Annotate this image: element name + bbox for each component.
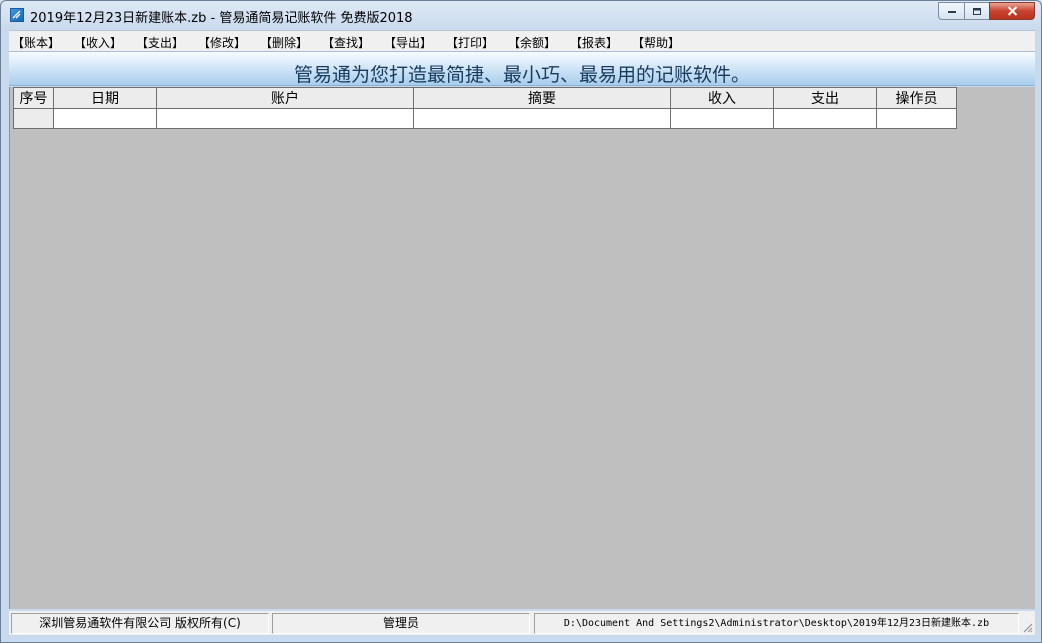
column-header-date[interactable]: 日期 bbox=[53, 87, 157, 109]
status-file-path: D:\Document And Settings2\Administrator\… bbox=[534, 613, 1019, 634]
ledger-grid-area[interactable]: 序号 日期 账户 摘要 收入 支出 操作员 bbox=[9, 87, 1035, 609]
slogan-banner: 管易通为您打造最简捷、最小巧、最易用的记账软件。 bbox=[9, 51, 1035, 86]
account-cell[interactable] bbox=[156, 108, 414, 129]
menu-balance[interactable]: 【余额】 bbox=[508, 34, 556, 51]
column-header-income[interactable]: 收入 bbox=[670, 87, 774, 109]
menu-ledger[interactable]: 【账本】 bbox=[12, 34, 60, 51]
column-header-index[interactable]: 序号 bbox=[13, 87, 54, 109]
menu-find[interactable]: 【查找】 bbox=[322, 34, 370, 51]
status-bar: 深圳管易通软件有限公司 版权所有(C) 管理员 D:\Document And … bbox=[9, 611, 1035, 635]
operator-cell[interactable] bbox=[876, 108, 957, 129]
menu-help[interactable]: 【帮助】 bbox=[632, 34, 680, 51]
date-cell[interactable] bbox=[53, 108, 157, 129]
menu-bar: 【账本】 【收入】 【支出】 【修改】 【删除】 【查找】 【导出】 【打印】 … bbox=[9, 30, 1035, 51]
summary-cell[interactable] bbox=[413, 108, 671, 129]
income-cell[interactable] bbox=[670, 108, 774, 129]
minimize-icon bbox=[947, 11, 956, 13]
main-window: 2019年12月23日新建账本.zb - 管易通简易记账软件 免费版2018 【… bbox=[0, 0, 1042, 643]
minimize-button[interactable] bbox=[938, 2, 964, 20]
menu-expense[interactable]: 【支出】 bbox=[136, 34, 184, 51]
ledger-table[interactable]: 序号 日期 账户 摘要 收入 支出 操作员 bbox=[13, 87, 957, 129]
window-title: 2019年12月23日新建账本.zb - 管易通简易记账软件 免费版2018 bbox=[30, 11, 413, 26]
table-row[interactable] bbox=[13, 108, 957, 129]
column-header-summary[interactable]: 摘要 bbox=[413, 87, 671, 109]
menu-print[interactable]: 【打印】 bbox=[446, 34, 494, 51]
menu-delete[interactable]: 【删除】 bbox=[260, 34, 308, 51]
slogan-text: 管易通为您打造最简捷、最小巧、最易用的记账软件。 bbox=[293, 64, 750, 86]
row-index-cell[interactable] bbox=[13, 108, 54, 129]
close-icon bbox=[1007, 6, 1017, 16]
maximize-icon bbox=[973, 7, 981, 15]
close-button[interactable] bbox=[989, 2, 1035, 20]
status-copyright: 深圳管易通软件有限公司 版权所有(C) bbox=[11, 613, 269, 634]
caption-buttons bbox=[938, 2, 1035, 21]
resize-grip-icon[interactable] bbox=[1021, 621, 1033, 633]
column-header-expense[interactable]: 支出 bbox=[773, 87, 877, 109]
expense-cell[interactable] bbox=[773, 108, 877, 129]
menu-income[interactable]: 【收入】 bbox=[74, 34, 122, 51]
column-header-operator[interactable]: 操作员 bbox=[876, 87, 957, 109]
maximize-button[interactable] bbox=[964, 2, 989, 20]
title-bar[interactable]: 2019年12月23日新建账本.zb - 管易通简易记账软件 免费版2018 bbox=[1, 1, 1041, 30]
status-user: 管理员 bbox=[272, 613, 530, 634]
menu-edit[interactable]: 【修改】 bbox=[198, 34, 246, 51]
menu-report[interactable]: 【报表】 bbox=[570, 34, 618, 51]
app-icon[interactable] bbox=[10, 8, 24, 22]
menu-export[interactable]: 【导出】 bbox=[384, 34, 432, 51]
table-header-row: 序号 日期 账户 摘要 收入 支出 操作员 bbox=[13, 87, 957, 109]
column-header-account[interactable]: 账户 bbox=[156, 87, 414, 109]
